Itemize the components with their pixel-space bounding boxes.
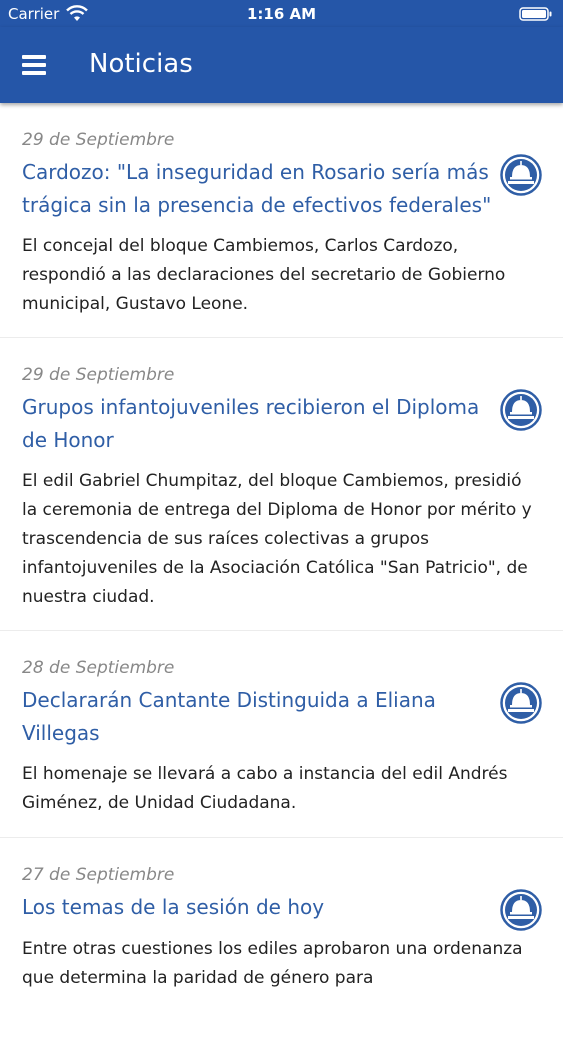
news-summary: El edil Gabriel Chumpitaz, del bloque Ca… [22, 471, 532, 607]
news-summary: El homenaje se llevará a cabo a instanci… [22, 764, 508, 813]
news-summary: Entre otras cuestiones los ediles aproba… [22, 939, 523, 988]
news-date: 28 de Septiembre [22, 658, 175, 678]
news-item[interactable]: 29 de Septiembre Cardozo: "La insegurida… [0, 103, 563, 338]
legislature-dome-icon [500, 682, 542, 724]
clock: 1:16 AM [246, 5, 317, 23]
news-list: 29 de Septiembre Cardozo: "La insegurida… [0, 103, 563, 1038]
news-date: 29 de Septiembre [22, 130, 175, 150]
navigation-bar: Noticias [0, 27, 563, 103]
news-title[interactable]: Los temas de la sesión de hoy [22, 891, 492, 924]
status-bar: Carrier 1:16 AM [0, 0, 563, 27]
news-item[interactable]: 28 de Septiembre Declararán Cantante Dis… [0, 631, 563, 838]
news-title[interactable]: Declararán Cantante Distinguida a Eliana… [22, 684, 492, 750]
hamburger-menu-icon[interactable] [14, 45, 54, 85]
battery-icon [519, 7, 552, 21]
news-item[interactable]: 29 de Septiembre Grupos infantojuveniles… [0, 338, 563, 631]
news-title[interactable]: Cardozo: "La inseguridad en Rosario serí… [22, 156, 492, 222]
news-date: 27 de Septiembre [22, 865, 175, 885]
legislature-dome-icon [500, 389, 542, 431]
page-title: Noticias [89, 49, 193, 79]
news-title[interactable]: Grupos infantojuveniles recibieron el Di… [22, 391, 492, 457]
legislature-dome-icon [500, 889, 542, 931]
legislature-dome-icon [500, 154, 542, 196]
news-item[interactable]: 27 de Septiembre Los temas de la sesión … [0, 838, 563, 1038]
news-summary: El concejal del bloque Cambiemos, Carlos… [22, 236, 506, 314]
news-date: 29 de Septiembre [22, 365, 175, 385]
